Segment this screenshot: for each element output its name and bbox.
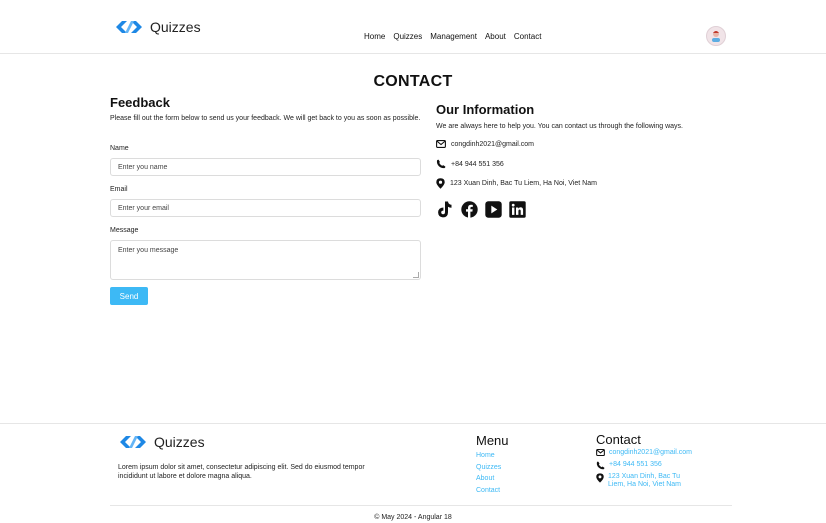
footer-menu-title: Menu [476, 433, 509, 448]
footer-link-quizzes[interactable]: Quizzes [476, 462, 509, 474]
send-button[interactable]: Send [110, 287, 148, 305]
info-email-row: congdinh2021@gmail.com [436, 140, 534, 148]
footer-brand-name: Quizzes [154, 434, 205, 450]
email-label: Email [110, 186, 128, 193]
info-email: congdinh2021@gmail.com [451, 140, 534, 148]
footer-phone: +84 944 551 356 [609, 460, 662, 468]
linkedin-icon[interactable] [508, 200, 526, 218]
resize-handle[interactable] [413, 272, 419, 278]
footer-divider [110, 505, 732, 506]
copyright: © May 2024 - Angular 18 [374, 514, 452, 521]
youtube-icon[interactable] [484, 200, 502, 218]
message-textarea[interactable]: Enter you message [110, 240, 421, 280]
phone-icon [436, 159, 446, 169]
nav-about[interactable]: About [485, 32, 506, 41]
message-label: Message [110, 227, 139, 234]
message-placeholder: Enter you message [118, 247, 179, 254]
top-navbar: Quizzes Home Quizzes Management About Co… [0, 0, 826, 54]
brand-link[interactable]: Quizzes [114, 18, 201, 36]
main-nav: Home Quizzes Management About Contact [364, 32, 541, 41]
page-title: CONTACT [373, 73, 453, 90]
footer-link-about[interactable]: About [476, 473, 509, 485]
our-information: Our Information We are always here to he… [436, 102, 736, 218]
footer-email-row[interactable]: congdinh2021@gmail.com [596, 449, 726, 458]
map-pin-icon [436, 178, 445, 189]
info-address: 123 Xuan Dinh, Bac Tu Liem, Ha Noi, Viet… [450, 180, 597, 187]
name-label: Name [110, 145, 129, 152]
tiktok-icon[interactable] [436, 200, 454, 218]
nav-contact[interactable]: Contact [514, 32, 542, 41]
user-avatar[interactable] [706, 26, 726, 46]
footer-menu: Menu Home Quizzes About Contact [476, 433, 509, 496]
feedback-title: Feedback [110, 95, 170, 110]
info-description: We are always here to help you. You can … [436, 123, 683, 130]
nav-quizzes[interactable]: Quizzes [393, 32, 422, 41]
footer-link-contact[interactable]: Contact [476, 485, 509, 497]
logo-icon [116, 21, 142, 33]
avatar-icon [712, 31, 720, 42]
map-pin-icon [596, 472, 604, 483]
feedback-description: Please fill out the form below to send u… [110, 115, 421, 122]
nav-home[interactable]: Home [364, 32, 385, 41]
footer-address-row[interactable]: 123 Xuan Dinh, Bac Tu Liem, Ha Noi, Viet… [596, 473, 726, 490]
footer: Quizzes Lorem ipsum dolor sit amet, cons… [0, 423, 826, 523]
footer-address: 123 Xuan Dinh, Bac Tu Liem, Ha Noi, Viet… [608, 472, 682, 489]
feedback-form: Feedback Please fill out the form below … [110, 95, 421, 305]
name-input[interactable]: Enter you name [110, 158, 421, 176]
info-title: Our Information [436, 102, 535, 117]
envelope-icon [436, 140, 446, 148]
envelope-icon [596, 449, 605, 456]
phone-icon [596, 461, 605, 469]
info-phone-row: +84 944 551 356 [436, 159, 504, 169]
footer-link-home[interactable]: Home [476, 450, 509, 462]
brand-name: Quizzes [150, 19, 201, 35]
footer-about-text: Lorem ipsum dolor sit amet, consectetur … [118, 464, 365, 480]
info-phone: +84 944 551 356 [451, 160, 504, 168]
facebook-icon[interactable] [460, 200, 478, 218]
footer-contact: Contact congdinh2021@gmail.com +84 944 5… [596, 432, 726, 493]
info-address-row: 123 Xuan Dinh, Bac Tu Liem, Ha Noi, Viet… [436, 178, 597, 189]
footer-phone-row[interactable]: +84 944 551 356 [596, 461, 726, 470]
footer-contact-title: Contact [596, 432, 641, 447]
logo-icon [120, 436, 146, 448]
social-links [436, 200, 526, 218]
nav-management[interactable]: Management [430, 32, 477, 41]
email-input[interactable]: Enter your email [110, 199, 421, 217]
footer-email: congdinh2021@gmail.com [609, 449, 692, 456]
footer-brand[interactable]: Quizzes [118, 434, 205, 450]
